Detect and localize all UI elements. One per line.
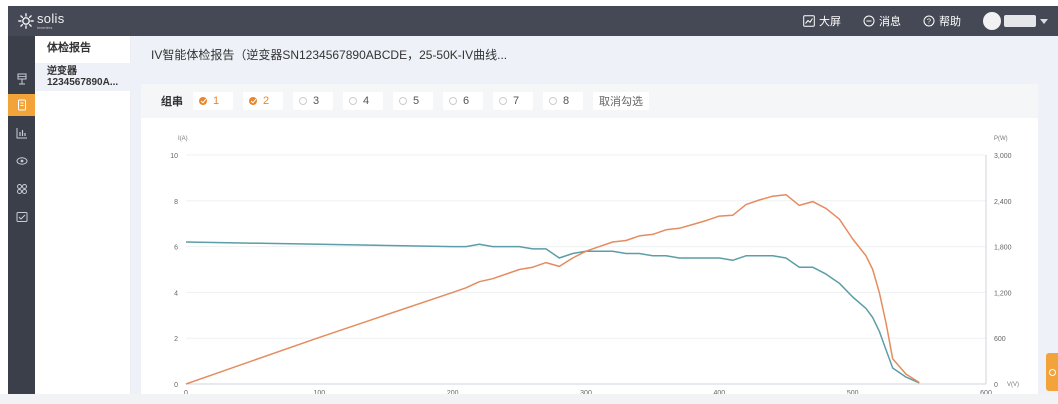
page-title: IV智能体检报告（逆变器SN1234567890ABCDE，25-50K-IV曲… <box>151 48 508 62</box>
string-option-1[interactable]: 1 <box>193 92 233 110</box>
bigscreen-label: 大屏 <box>819 16 841 28</box>
string-option-5[interactable]: 5 <box>393 92 433 110</box>
y-right-tick-label: 0 <box>994 382 998 389</box>
string-option-2[interactable]: 2 <box>243 92 283 110</box>
report-icon <box>16 128 27 139</box>
series-line-iv2 <box>185 241 920 384</box>
string-option-4[interactable]: 4 <box>343 92 383 110</box>
clear-selection-button[interactable]: 取消勾选 <box>593 92 649 110</box>
chevron-down-icon[interactable] <box>1040 18 1048 24</box>
nav-service[interactable] <box>8 206 35 228</box>
y-right-tick-label: 1,800 <box>994 245 1012 252</box>
y-tick-label: 4 <box>174 290 178 297</box>
message-icon <box>863 15 875 27</box>
y-tick-label: 10 <box>170 153 178 160</box>
bottom-strip <box>0 394 1058 404</box>
subnav-title: 体检报告 <box>47 42 91 54</box>
messages-button[interactable]: 消息 <box>863 13 901 29</box>
iv-chart-svg: 024681006001,2001,8002,4003,0000 100 200 30… <box>170 136 1019 397</box>
nav-device[interactable] <box>8 94 35 116</box>
app-root: solis inverters 大屏 消息 ? 帮助 体检报告 逆变器 1234… <box>0 0 1058 404</box>
y-right-tick-label: 3,000 <box>994 153 1012 160</box>
brand-name: solis <box>37 11 65 26</box>
subnav-item-line1: 逆变器 <box>47 66 77 77</box>
y-tick-label: 8 <box>174 199 178 206</box>
y-right-tick-label: 1,200 <box>994 290 1012 297</box>
svg-text:?: ? <box>927 17 931 26</box>
bigscreen-button[interactable]: 大屏 <box>803 13 841 29</box>
service-float-icon <box>1048 368 1056 376</box>
main-content: IV智能体检报告（逆变器SN1234567890ABCDE，25-50K-IV曲… <box>131 36 1058 397</box>
string-option-label: 4 <box>363 95 370 107</box>
x-axis-label: V(V) <box>1007 382 1019 388</box>
top-actions: 大屏 消息 ? 帮助 <box>803 6 1048 36</box>
service-icon <box>16 212 27 222</box>
chart-icon <box>803 15 815 27</box>
y-tick-label: 0 <box>174 382 178 389</box>
user-name-redacted[interactable] <box>1004 15 1036 27</box>
string-option-label: 1 <box>213 95 220 107</box>
radio-empty-icon <box>449 97 457 105</box>
radio-empty-icon <box>399 97 407 105</box>
check-icon <box>199 97 207 105</box>
sun-logo-icon <box>18 13 34 29</box>
string-option-8[interactable]: 8 <box>543 92 583 110</box>
nav-apps[interactable] <box>8 178 35 200</box>
nav-plant[interactable] <box>8 68 35 90</box>
grid-icon <box>16 184 27 194</box>
tower-icon <box>17 73 26 85</box>
solis-logo[interactable]: solis inverters <box>18 10 65 32</box>
series-line-pv2 <box>185 193 920 385</box>
y-right-tick-label: 2,400 <box>994 199 1012 206</box>
string-selector-label: 组串 <box>161 96 183 108</box>
brand-tagline: inverters <box>37 25 53 30</box>
y-axis-label: I(A) <box>178 136 188 142</box>
nav-monitor[interactable] <box>8 150 35 172</box>
subnav-item-line2: 1234567890A... <box>47 77 119 88</box>
left-nav <box>8 36 35 394</box>
radio-empty-icon <box>499 97 507 105</box>
iv-chart: 0 2 4 6 8 10 0 600 1,200 1,800 2,400 3,000 0 100 200 30… <box>141 124 1038 397</box>
messages-label: 消息 <box>879 16 901 28</box>
string-option-3[interactable]: 3 <box>293 92 333 110</box>
floating-service-tab[interactable] <box>1046 353 1058 391</box>
radio-empty-icon <box>299 97 307 105</box>
y-right-tick-label: 600 <box>994 336 1006 343</box>
string-option-label: 2 <box>263 95 270 107</box>
nav-report[interactable] <box>8 122 35 144</box>
string-option-6[interactable]: 6 <box>443 92 483 110</box>
radio-empty-icon <box>549 97 557 105</box>
y-tick-label: 6 <box>174 245 178 252</box>
y-tick-label: 2 <box>174 336 178 343</box>
string-selector: 组串 1 2 3 4 5 6 7 8 取消勾选 <box>141 84 1038 118</box>
check-icon <box>249 97 257 105</box>
string-option-7[interactable]: 7 <box>493 92 533 110</box>
help-label: 帮助 <box>939 16 961 28</box>
help-icon: ? <box>923 15 935 27</box>
avatar[interactable] <box>983 12 1001 30</box>
string-option-label: 5 <box>413 95 420 107</box>
iv-report-card: 组串 1 2 3 4 5 6 7 8 取消勾选 0 2 4 6 8 10 0 600 1,200 1,800 2,… <box>141 84 1038 397</box>
help-button[interactable]: ? 帮助 <box>923 13 961 29</box>
radio-empty-icon <box>349 97 357 105</box>
string-option-label: 3 <box>313 95 320 107</box>
eye-icon <box>16 157 27 165</box>
top-bar: solis inverters 大屏 消息 ? 帮助 <box>8 6 1058 36</box>
device-icon <box>17 99 26 111</box>
string-option-label: 6 <box>463 95 470 107</box>
string-option-label: 7 <box>513 95 520 107</box>
y-right-axis-label: P(W) <box>994 136 1008 142</box>
subnav-item-inverter[interactable]: 逆变器 1234567890A... <box>35 63 131 91</box>
string-option-label: 8 <box>563 95 570 107</box>
sub-nav: 体检报告 逆变器 1234567890A... <box>35 36 131 394</box>
